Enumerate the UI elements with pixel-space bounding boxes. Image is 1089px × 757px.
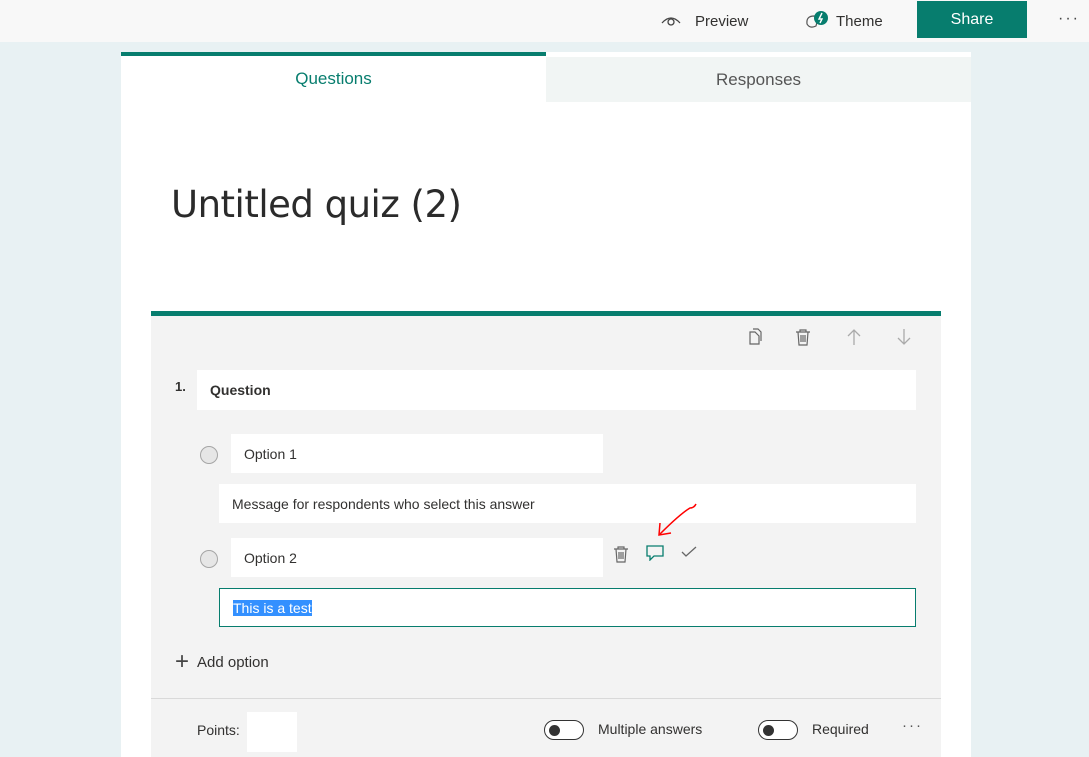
plus-icon: + <box>175 648 190 675</box>
arrow-down-icon[interactable] <box>895 328 913 346</box>
preview-label: Preview <box>695 12 749 30</box>
share-button[interactable]: Share <box>917 1 1027 38</box>
option-1-message-input[interactable]: Message for respondents who select this … <box>219 484 916 523</box>
option-2-input[interactable]: Option 2 <box>231 538 603 577</box>
trash-icon[interactable] <box>613 545 629 563</box>
question-more-button[interactable]: ··· <box>902 717 923 734</box>
add-option-button[interactable]: + Add option <box>175 648 269 675</box>
required-label: Required <box>812 721 869 737</box>
more-options-button[interactable]: ··· <box>1058 10 1080 28</box>
comment-icon[interactable] <box>646 545 664 561</box>
points-label: Points: <box>197 722 240 738</box>
annotation-arrow <box>658 503 697 536</box>
top-bar: Preview Theme Share ··· <box>0 0 1089 42</box>
tab-responses[interactable]: Responses <box>546 57 971 102</box>
option-2-message-text: This is a test <box>233 599 312 616</box>
question-number: 1. <box>175 379 186 394</box>
question-card[interactable]: 1. Question Option 1 Message for respond… <box>151 311 941 757</box>
question-input[interactable]: Question <box>197 370 916 410</box>
question-footer: Points: Multiple answers Required ··· <box>151 698 941 757</box>
eye-icon <box>661 17 681 26</box>
multiple-answers-toggle[interactable] <box>544 720 584 740</box>
trash-icon[interactable] <box>794 328 812 346</box>
preview-button[interactable]: Preview <box>661 0 748 42</box>
required-toggle[interactable] <box>758 720 798 740</box>
form-title[interactable]: Untitled quiz (2) <box>171 183 462 226</box>
multiple-answers-label: Multiple answers <box>598 721 703 737</box>
option-radio <box>200 446 218 464</box>
theme-button[interactable]: Theme <box>804 0 883 42</box>
add-option-label: Add option <box>197 653 269 671</box>
check-icon[interactable] <box>681 545 697 559</box>
copy-icon[interactable] <box>745 328 763 346</box>
option-1-input[interactable]: Option 1 <box>231 434 603 473</box>
option-2-message-input[interactable]: This is a test <box>219 588 916 627</box>
points-input[interactable] <box>247 712 297 752</box>
form-card: Questions Responses Untitled quiz (2) 1.… <box>121 52 971 757</box>
option-radio <box>200 550 218 568</box>
tab-questions[interactable]: Questions <box>121 52 546 102</box>
arrow-up-icon[interactable] <box>845 328 863 346</box>
theme-icon <box>806 11 828 28</box>
theme-label: Theme <box>836 12 883 30</box>
